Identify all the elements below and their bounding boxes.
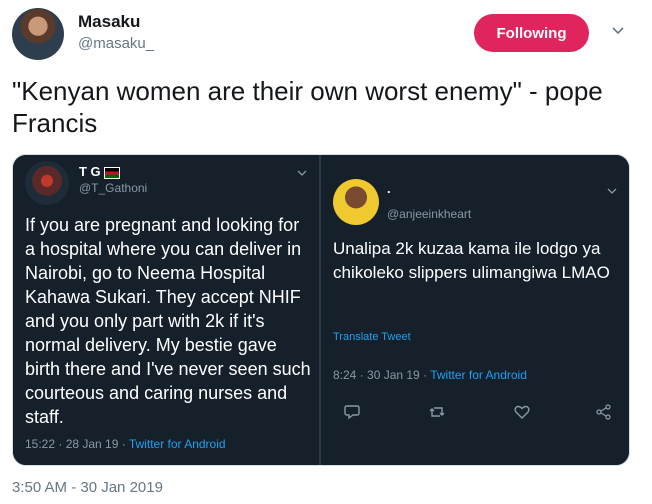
retweet-icon xyxy=(429,407,445,417)
screenshot-right-tweet: . @anjeeinkheart Unalipa 2k kuzaa kama i… xyxy=(321,155,629,465)
kenya-flag-icon xyxy=(103,166,120,179)
author-avatar[interactable] xyxy=(12,8,64,60)
embedded-avatar xyxy=(25,161,69,205)
tweet-text: "Kenyan women are their own worst enemy"… xyxy=(12,76,603,138)
screenshot-left-tweet: T G @T_Gathoni If you are pregnant and l… xyxy=(13,155,319,465)
embedded-tweet-text: If you are pregnant and looking for a ho… xyxy=(25,215,311,427)
tweet-timestamp[interactable]: 3:50 AM - 30 Jan 2019 xyxy=(12,479,163,496)
embedded-author-handle: @anjeeinkheart xyxy=(387,207,472,221)
embedded-tweet-text: Unalipa 2k kuzaa kama ile lodgo ya chiko… xyxy=(333,239,610,282)
embedded-action-bar xyxy=(343,403,613,423)
embedded-author-name: T G xyxy=(79,164,120,179)
tweet-media-image[interactable]: T G @T_Gathoni If you are pregnant and l… xyxy=(12,154,630,466)
author-handle[interactable]: @masaku_ xyxy=(78,35,154,52)
embedded-tweet-meta: 15:22 · 28 Jan 19 · Twitter for Android xyxy=(25,437,226,451)
author-name[interactable]: Masaku xyxy=(78,12,140,32)
embedded-author-handle: @T_Gathoni xyxy=(79,181,148,195)
reply-icon xyxy=(344,405,360,420)
translate-tweet-link: Translate Tweet xyxy=(333,331,411,343)
embedded-author-name: . xyxy=(387,181,391,196)
share-icon xyxy=(596,404,611,420)
chevron-down-icon xyxy=(297,170,307,176)
following-button[interactable]: Following xyxy=(474,14,589,52)
chevron-down-icon[interactable] xyxy=(610,22,626,38)
chevron-down-icon xyxy=(607,188,617,194)
like-icon xyxy=(514,405,530,419)
embedded-tweet-meta: 8:24 · 30 Jan 19 · Twitter for Android xyxy=(333,368,527,382)
embedded-avatar xyxy=(333,179,379,225)
